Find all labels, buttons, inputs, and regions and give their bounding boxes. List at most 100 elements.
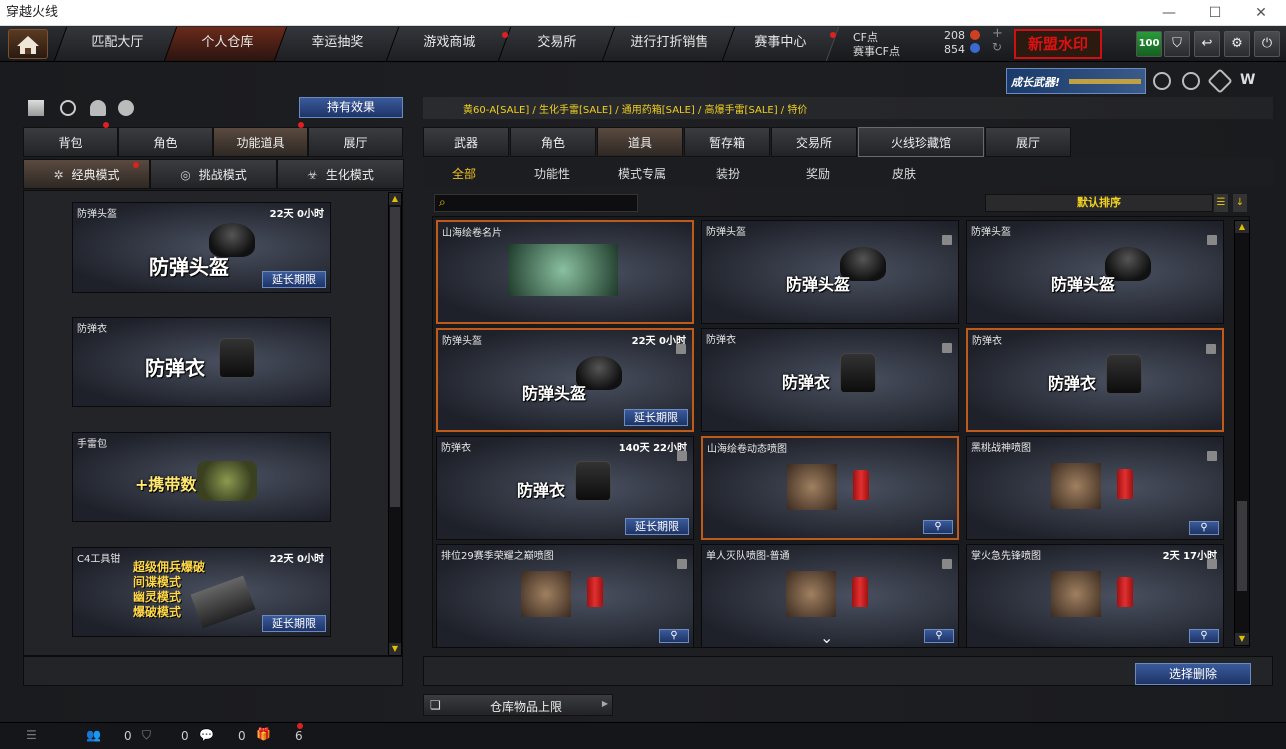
- nav-tab[interactable]: 赛事中心: [721, 27, 840, 61]
- filter-tab[interactable]: 装扮: [716, 165, 740, 182]
- refresh-items-icon[interactable]: [60, 100, 76, 116]
- left-scrollbar[interactable]: ▲ ▼: [388, 192, 402, 656]
- sort-direction-icon[interactable]: ↓: [1233, 194, 1247, 212]
- nav-tab[interactable]: 交易所: [497, 27, 616, 61]
- stats-icon[interactable]: [28, 100, 44, 116]
- mode-label: 经典模式: [71, 168, 120, 182]
- magnify-button[interactable]: ⚲: [924, 629, 954, 643]
- home-button[interactable]: [8, 29, 48, 59]
- right-item-card[interactable]: 排位29赛季荣耀之巅喷图 ⚲: [436, 544, 694, 648]
- search-input[interactable]: ⌕: [434, 194, 638, 212]
- item-time: 22天 0小时: [269, 554, 324, 565]
- scroll-thumb[interactable]: [1237, 501, 1247, 591]
- select-delete-button[interactable]: 选择删除: [1135, 663, 1251, 685]
- chat-icon[interactable]: 💬: [199, 728, 214, 742]
- extend-button[interactable]: 延长期限: [262, 615, 326, 632]
- right-item-card[interactable]: 黑桃战神喷图 ⚲: [966, 436, 1224, 540]
- scroll-down-icon[interactable]: ▼: [1235, 633, 1249, 645]
- filter-tab[interactable]: 全部: [452, 165, 476, 182]
- list-icon[interactable]: ☰: [1214, 194, 1228, 212]
- magnify-button[interactable]: ⚲: [1189, 629, 1219, 643]
- clan-icon[interactable]: ⛉: [1164, 31, 1190, 57]
- extend-button[interactable]: 延长期限: [262, 271, 326, 288]
- nav-tab-label: 个人仓库: [201, 35, 254, 50]
- right-item-card[interactable]: 防弹衣 防弹衣: [966, 328, 1224, 432]
- right-tab[interactable]: 交易所: [771, 127, 857, 157]
- growth-weapon-banner[interactable]: 成长武器!: [1006, 68, 1146, 94]
- nav-tab[interactable]: 进行打折销售: [601, 27, 737, 61]
- right-tab[interactable]: 武器: [423, 127, 509, 157]
- right-item-card[interactable]: 防弹头盔 22天 0小时 防弹头盔 延长期限: [436, 328, 694, 432]
- left-item-card[interactable]: 防弹衣 防弹衣: [72, 317, 331, 407]
- friends-icon[interactable]: 👥: [86, 728, 101, 742]
- right-item-card[interactable]: 防弹衣 防弹衣: [701, 328, 959, 432]
- character-icon[interactable]: [90, 100, 106, 116]
- wing-icon[interactable]: W: [1240, 72, 1260, 90]
- right-item-card[interactable]: 山海绘卷名片: [436, 220, 694, 324]
- filter-tab[interactable]: 奖励: [806, 165, 830, 182]
- nav-tab[interactable]: 匹配大厅: [53, 27, 182, 61]
- bag-icon[interactable]: [118, 100, 134, 116]
- minimize-button[interactable]: —: [1146, 0, 1192, 26]
- sort-dropdown[interactable]: 默认排序: [985, 194, 1213, 212]
- scroll-up-icon[interactable]: ▲: [1235, 221, 1249, 233]
- right-item-card[interactable]: 防弹头盔 防弹头盔: [966, 220, 1224, 324]
- back-icon[interactable]: ↩: [1194, 31, 1220, 57]
- filter-tab[interactable]: 功能性: [534, 165, 570, 182]
- right-item-card[interactable]: 山海绘卷动态喷图 ⚲: [701, 436, 959, 540]
- refresh-icon[interactable]: ↻: [992, 40, 1002, 54]
- right-tab[interactable]: 道具: [597, 127, 683, 157]
- left-tab[interactable]: 角色: [118, 127, 213, 157]
- left-item-card[interactable]: 防弹头盔 22天 0小时 防弹头盔 延长期限: [72, 202, 331, 293]
- target-icon[interactable]: [1182, 72, 1200, 90]
- mode-tab[interactable]: ✲ 经典模式: [23, 159, 150, 189]
- right-tab[interactable]: 火线珍藏馆: [858, 127, 984, 157]
- right-tab[interactable]: 角色: [510, 127, 596, 157]
- cf-value: 208: [944, 29, 965, 42]
- close-button[interactable]: ✕: [1238, 0, 1284, 26]
- right-item-card[interactable]: 防弹头盔 防弹头盔: [701, 220, 959, 324]
- magnify-button[interactable]: ⚲: [659, 629, 689, 643]
- power-icon[interactable]: ⏻: [1254, 31, 1280, 57]
- left-tab[interactable]: 背包: [23, 127, 118, 157]
- filter-tab[interactable]: 模式专属: [618, 165, 666, 182]
- nav-tab[interactable]: 幸运抽奖: [273, 27, 402, 61]
- right-item-card[interactable]: 防弹衣 140天 22小时 防弹衣 延长期限: [436, 436, 694, 540]
- mode-icon: ◎: [180, 168, 191, 182]
- nav-tab[interactable]: 游戏商城: [385, 27, 514, 61]
- effect-button[interactable]: 持有效果: [299, 97, 403, 118]
- filter-tab[interactable]: 皮肤: [892, 165, 916, 182]
- mode-tab[interactable]: ◎ 挑战模式: [150, 159, 277, 189]
- nav-tab[interactable]: 个人仓库: [163, 27, 292, 61]
- gear-icon[interactable]: ⚙: [1224, 31, 1250, 57]
- match-cf-label: 赛事CF点: [853, 45, 901, 58]
- mode-line: 超级佣兵爆破: [133, 560, 206, 574]
- clan-shield-icon[interactable]: ⛉: [142, 728, 151, 743]
- item-name: 单人灭队喷图-普通: [706, 551, 790, 562]
- scroll-thumb[interactable]: [390, 207, 400, 507]
- chevron-down-icon[interactable]: ⌄: [820, 628, 833, 647]
- left-item-card[interactable]: C4工具钳 22天 0小时 超级佣兵爆破 间谍模式 幽灵模式 爆破模式 延长期限: [72, 547, 331, 637]
- right-tab[interactable]: 暂存箱: [684, 127, 770, 157]
- gift-icon[interactable]: 🎁: [256, 727, 271, 741]
- maximize-button[interactable]: ☐: [1192, 0, 1238, 26]
- scroll-up-icon[interactable]: ▲: [389, 193, 401, 205]
- add-cf-button[interactable]: +: [992, 26, 1003, 41]
- mode-tab[interactable]: ☣ 生化模式: [277, 159, 404, 189]
- extend-button[interactable]: 延长期限: [625, 518, 689, 535]
- magnify-button[interactable]: ⚲: [923, 520, 953, 534]
- left-tab[interactable]: 展厅: [308, 127, 403, 157]
- left-tab[interactable]: 功能道具: [213, 127, 308, 157]
- extend-button[interactable]: 延长期限: [624, 409, 688, 426]
- mode-label: 生化模式: [325, 168, 374, 182]
- left-item-card[interactable]: 手雷包 +携带数: [72, 432, 331, 522]
- level-badge[interactable]: 100: [1136, 31, 1162, 57]
- scroll-down-icon[interactable]: ▼: [389, 643, 401, 655]
- menu-icon[interactable]: ☰: [26, 728, 37, 742]
- badge-icon[interactable]: [1153, 72, 1171, 90]
- right-tab[interactable]: 展厅: [985, 127, 1071, 157]
- storage-limit-button[interactable]: ❏ 仓库物品上限 ▶: [423, 694, 613, 716]
- magnify-button[interactable]: ⚲: [1189, 521, 1219, 535]
- right-item-card[interactable]: 掌火急先锋喷图 2天 17小时 ⚲: [966, 544, 1224, 648]
- right-scrollbar[interactable]: ▲ ▼: [1234, 220, 1250, 646]
